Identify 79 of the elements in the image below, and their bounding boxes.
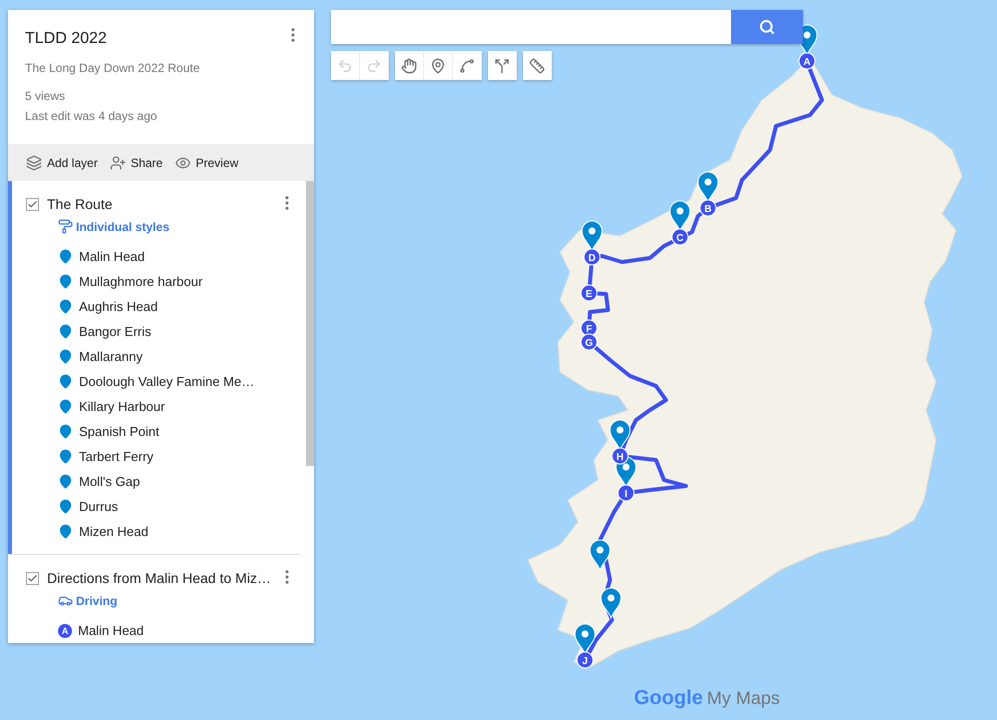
- route-stop-marker[interactable]: I: [618, 484, 634, 502]
- map-pin-icon: [58, 374, 73, 389]
- map-pin-icon: [58, 399, 73, 414]
- map-pin-icon[interactable]: [574, 624, 596, 654]
- place-name[interactable]: Aughris Head: [79, 299, 158, 314]
- last-edit: Last edit was 4 days ago: [25, 108, 158, 125]
- place-name[interactable]: Malin Head: [79, 249, 145, 264]
- hand-icon: [401, 58, 417, 74]
- place-name[interactable]: Malin Head: [78, 623, 144, 638]
- map-pin-icon[interactable]: [670, 200, 690, 232]
- map-title: TLDD 2022: [25, 30, 107, 48]
- share-icon: [110, 154, 126, 170]
- map-pin-icon: [58, 474, 73, 489]
- place-name[interactable]: Tarbert Ferry: [79, 449, 154, 464]
- add-layer-button[interactable]: Add layer: [26, 154, 98, 170]
- view-count: 5 views: [25, 88, 66, 105]
- layer-checkbox[interactable]: [26, 572, 39, 584]
- layer[interactable]: The Route Individual styles Malin Head Mullaghmore harbour Aughris Head Bangor Erris Mallaranny Doolough Valley Famine Me… Killary Harbour Spanish Point Tarbert Ferry Moll's Gap Durrus Mizen Head: [8, 181, 314, 554]
- paint-roller-icon: [58, 219, 73, 234]
- map-pin-icon: [58, 299, 73, 314]
- search-button[interactable]: [731, 10, 803, 44]
- route-tool-button[interactable]: [488, 51, 517, 80]
- route-stop-marker[interactable]: E: [580, 284, 598, 302]
- ruler-tool-button[interactable]: [523, 51, 552, 80]
- search-icon: [759, 19, 775, 35]
- preview-icon: [174, 154, 191, 170]
- route-stop-marker[interactable]: C: [672, 228, 688, 246]
- scrollbar-thumb[interactable]: [306, 181, 314, 466]
- map-pin-icon[interactable]: [698, 172, 718, 202]
- add-layer-icon: [26, 154, 42, 170]
- place-name[interactable]: Spanish Point: [79, 424, 160, 439]
- layer-checkbox[interactable]: [26, 198, 39, 210]
- line-tool-button[interactable]: [453, 51, 482, 80]
- map-pin-icon[interactable]: [610, 420, 630, 450]
- route-stop-marker[interactable]: J: [576, 652, 594, 668]
- map-pin-icon: [58, 249, 73, 264]
- place-name[interactable]: Durrus: [79, 499, 118, 514]
- route-icon: [494, 58, 510, 74]
- ruler-icon: [529, 58, 545, 74]
- product-name: My Maps: [706, 688, 780, 709]
- preview-button[interactable]: Preview: [174, 154, 238, 170]
- map-pin-icon: [58, 324, 73, 339]
- route-stop-marker[interactable]: H: [612, 448, 628, 464]
- place-name[interactable]: Doolough Valley Famine Me…: [79, 374, 254, 389]
- place-name[interactable]: Mullaghmore harbour: [79, 274, 203, 289]
- search-field[interactable]: [331, 10, 731, 44]
- route-stop-marker[interactable]: D: [584, 248, 600, 266]
- map-pin-icon[interactable]: [600, 588, 622, 618]
- layer-name: Directions from Malin Head to Miz…: [47, 570, 272, 586]
- map-description: The Long Day Down 2022 Route: [25, 60, 200, 77]
- layer[interactable]: Directions from Malin Head to Miz… Driving A Malin Head: [8, 554, 300, 643]
- line-icon: [459, 58, 475, 74]
- layer-style-link[interactable]: Individual styles: [58, 219, 170, 234]
- map-pin-icon: [58, 524, 73, 539]
- map-pin-icon: [58, 499, 73, 514]
- map-pin-icon[interactable]: [582, 220, 602, 252]
- place-name[interactable]: Bangor Erris: [79, 324, 152, 339]
- map-pin-icon[interactable]: [590, 540, 610, 570]
- hand-tool-button[interactable]: [395, 51, 424, 80]
- redo-icon: [366, 58, 382, 74]
- pin-icon: [430, 58, 446, 74]
- route-stop-marker[interactable]: A: [798, 52, 816, 70]
- map-pin-icon: [58, 274, 73, 289]
- pin-tool-button[interactable]: [424, 51, 453, 80]
- route-stop-marker[interactable]: G: [580, 334, 598, 350]
- share-button[interactable]: Share: [110, 154, 163, 170]
- layer-name: The Route: [47, 196, 112, 212]
- map-pin-icon: [58, 424, 73, 439]
- place-name[interactable]: Moll's Gap: [79, 474, 140, 489]
- place-name[interactable]: Killary Harbour: [79, 399, 165, 414]
- place-name[interactable]: Mizen Head: [79, 524, 148, 539]
- layer-style-link[interactable]: Driving: [58, 593, 118, 608]
- logo: Google: [634, 687, 703, 710]
- place-name[interactable]: Mallaranny: [79, 349, 143, 364]
- map-pin-icon: [58, 449, 73, 464]
- route-stop-marker[interactable]: B: [700, 200, 716, 216]
- map-pin-icon: [58, 349, 73, 364]
- undo-icon: [337, 58, 353, 74]
- letter-marker-icon: A: [58, 624, 72, 638]
